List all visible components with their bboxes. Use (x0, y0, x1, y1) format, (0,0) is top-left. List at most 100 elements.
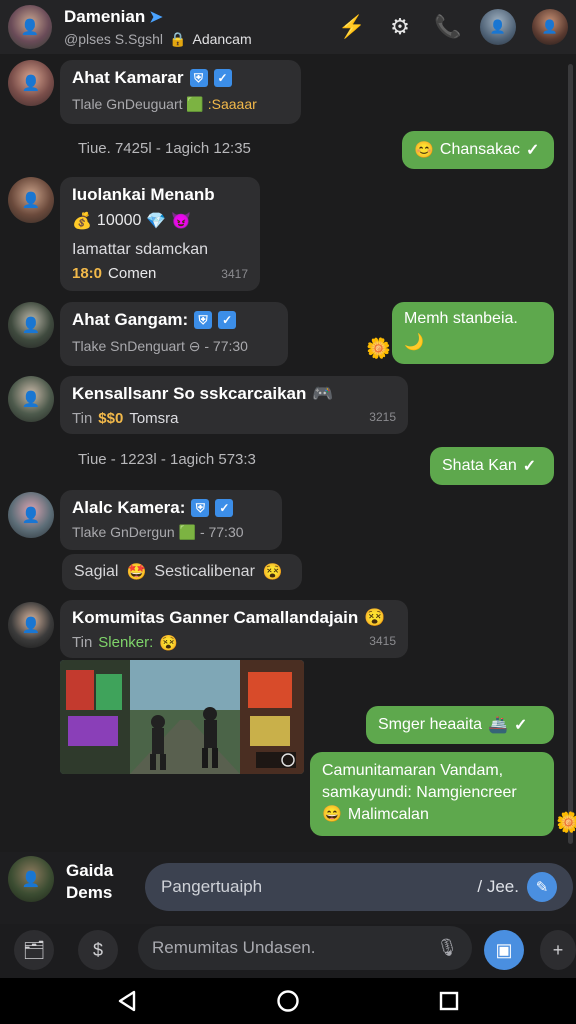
composer-label-line2: Dems (66, 883, 113, 902)
avatar[interactable]: 👤 (8, 177, 54, 223)
smiley-icon: 😄 (322, 806, 342, 823)
sender-name: Ahat Gangam: (72, 310, 189, 329)
game-scene-illustration (60, 660, 304, 774)
shield-icon: ⛨ (191, 499, 210, 517)
avatar[interactable]: 👤 (8, 60, 54, 106)
flower-icon: 🌼 (366, 338, 391, 360)
message-incoming[interactable]: Komumitas Ganner Camallandajain 😵 Tin Sl… (60, 600, 408, 658)
emoji-icon: 😵 (159, 635, 178, 652)
system-nav-bar (0, 978, 576, 1024)
emoji-icon: 🟩 (178, 524, 197, 540)
send-button[interactable]: ✎ (527, 872, 557, 902)
message-input[interactable]: Pangertuaiph / Jee. ✎ (145, 863, 573, 911)
message-time: 3415 (369, 634, 396, 648)
money-bag-icon: 💰 (72, 213, 92, 230)
header-title-block[interactable]: Damenian ➤ @plses S.Sgshl 🔒 Adancam (64, 7, 336, 48)
person-icon: 👤 (20, 19, 40, 36)
emoji-icon: 🎮 (312, 384, 334, 403)
message-incoming[interactable]: Sagial 🤩 Sesticalibenar 😵 (62, 554, 302, 590)
gallery-icon: 🗂 (22, 939, 46, 960)
message-outgoing[interactable]: Smger heaaita 🚢 ✓ (366, 706, 554, 744)
message-incoming[interactable]: Iuolankai Menanb 💰 10000 💎 😈 Iamattar sd… (60, 177, 260, 291)
search-input[interactable]: Remumitas Undasen. 🎙 (138, 926, 472, 970)
emoji-icon: 🤩 (126, 564, 147, 581)
message-text: Sagial (74, 563, 119, 580)
message-outgoing[interactable]: Camunitamaran Vandam, samkayundi: Namgie… (310, 752, 554, 836)
member-avatar[interactable]: 👤 (532, 9, 568, 45)
group-avatar[interactable]: 👤 (8, 5, 52, 49)
bolt-icon[interactable]: ⚡ (336, 11, 368, 43)
gallery-button[interactable]: 🗂 (14, 930, 54, 970)
shield-icon: ⛨ (194, 311, 213, 329)
sender-subtitle: Tlake GnDergun (72, 524, 175, 540)
message-incoming[interactable]: Ahat Gangam: ⛨ ✓ Tlake SnDenguart ⊖ - 77… (60, 302, 288, 366)
add-button[interactable]: + (540, 930, 576, 970)
sender-subtitle: Tin (72, 634, 93, 651)
header-handle: @plses S.Sgshl (64, 30, 164, 47)
sticker-button[interactable]: ▣ (484, 930, 524, 970)
ship-icon: 🚢 (488, 717, 508, 734)
recents-button[interactable] (434, 986, 464, 1016)
message-tag: Malimcalan (347, 806, 429, 823)
back-button[interactable] (112, 986, 142, 1016)
message-incoming[interactable]: Kensallsanr So sskcarcaikan 🎮 Tin $$0 To… (60, 376, 408, 434)
message-outgoing[interactable]: 😊 Chansakac ✓ (402, 131, 554, 169)
home-icon (277, 990, 299, 1012)
message-tag: Slenker: (98, 634, 154, 651)
scrollbar[interactable] (568, 64, 573, 844)
check-icon: ✓ (525, 142, 540, 159)
bottom-toolbar: 🗂 $ Remumitas Undasen. 🎙 ▣ + (0, 924, 576, 978)
avatar[interactable]: 👤 (8, 302, 54, 348)
composer-label: Gaida Dems (66, 860, 113, 904)
gem-icon: 💎 (146, 213, 167, 230)
message-text: Smger heaaita (378, 716, 483, 733)
my-avatar[interactable]: 👤 (8, 856, 54, 902)
lock-icon: 🔒 (169, 30, 187, 47)
sender-subtitle: Tlale GnDeuguart (72, 96, 183, 112)
arrow-right-icon: ➤ (149, 8, 163, 26)
avatar[interactable]: 👤 (8, 492, 54, 538)
money-button[interactable]: $ (78, 930, 118, 970)
check-icon: ✓ (513, 717, 528, 734)
sender-name: Kensallsanr So sskcarcaikan (72, 384, 307, 403)
message-text: Memh stanbeia. (404, 310, 518, 327)
gear-icon[interactable]: ⚙ (384, 11, 416, 43)
avatar[interactable]: 👤 (8, 602, 54, 648)
message-incoming[interactable]: Alalc Kamera: ⛨ ✓ Tlake GnDergun 🟩 - 77:… (60, 490, 282, 550)
sender-tag: :Saaaar (207, 96, 257, 112)
message-incoming[interactable]: Ahat Kamarar ⛨ ✓ Tlale GnDeuguart 🟩 :Saa… (60, 60, 301, 124)
member-avatar[interactable]: 👤 (480, 9, 516, 45)
verified-icon: ✓ (215, 499, 234, 517)
smiley-icon: 😊 (414, 142, 434, 159)
emoji-icon: 🟩 (186, 96, 204, 112)
microphone-icon[interactable]: 🎙 (436, 938, 458, 958)
message-list[interactable]: 👤 Ahat Kamarar ⛨ ✓ Tlale GnDeuguart 🟩 :S… (0, 54, 576, 852)
composer-bar: 👤 Gaida Dems Pangertuaiph / Jee. ✎ (0, 852, 576, 924)
home-button[interactable] (273, 986, 303, 1016)
coin-amount: $$0 (98, 410, 124, 427)
emoji-icon: 😈 (171, 213, 192, 230)
verified-icon: ✓ (218, 311, 237, 329)
message-time: 3417 (221, 266, 248, 281)
sticker-icon: ▣ (495, 939, 513, 960)
message-tag: Sesticalibenar (154, 563, 255, 580)
message-text: Chansakac (439, 141, 520, 158)
game-screenshot-image[interactable] (60, 660, 304, 774)
message-outgoing[interactable]: Memh stanbeia. 🌙 (392, 302, 554, 364)
sender-name: Alalc Kamera: (72, 498, 186, 517)
phone-icon[interactable]: 📞 (432, 11, 464, 43)
date-separator: Tiue. 7425l - 1agich 12:35 (78, 140, 251, 157)
search-input-placeholder: Remumitas Undasen. (152, 938, 316, 957)
message-input-suffix: / Jee. (477, 877, 519, 896)
avatar[interactable]: 👤 (8, 376, 54, 422)
sender-subtitle: Tlake SnDenguart ⊖ - 77:30 (72, 338, 248, 354)
sender-name: Komumitas Ganner Camallandajain (72, 608, 359, 627)
chat-header: 👤 Damenian ➤ @plses S.Sgshl 🔒 Adancam ⚡ … (0, 0, 576, 54)
message-outgoing[interactable]: Shata Kan ✓ (430, 447, 554, 485)
message-time: 3215 (369, 410, 396, 424)
message-count: 18:0 (72, 265, 103, 282)
shield-icon: ⛨ (189, 69, 208, 87)
verified-icon: ✓ (213, 69, 232, 87)
sender-name: Iuolankai Menanb (72, 185, 215, 204)
back-icon (118, 990, 136, 1012)
